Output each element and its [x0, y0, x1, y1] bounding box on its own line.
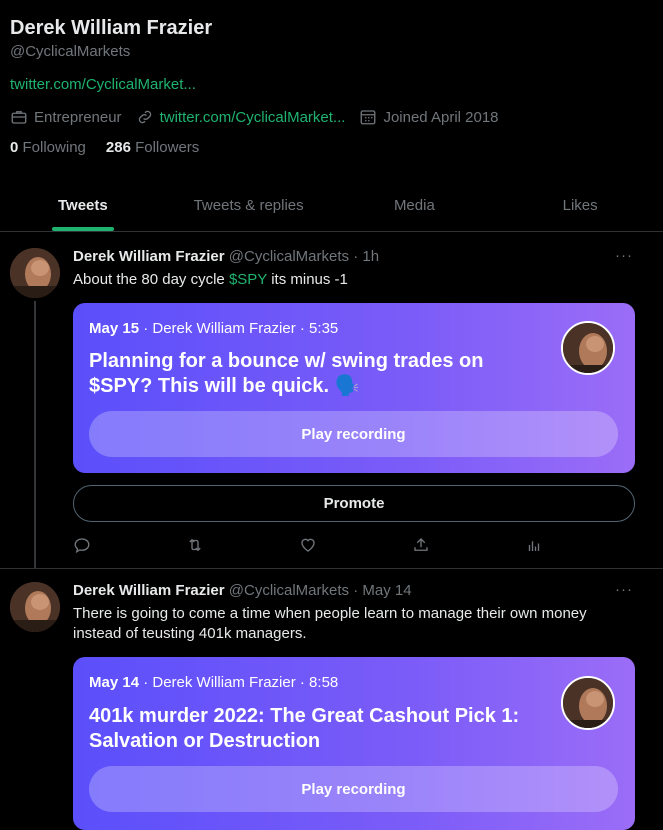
space-date: May 14	[89, 674, 140, 691]
profile-joined: Joined April 2018	[359, 108, 499, 126]
space-card[interactable]: May 14 · Derek William Frazier · 8:58 40…	[73, 657, 635, 830]
tweet-header: Derek William Frazier @CyclicalMarkets ·…	[73, 582, 412, 599]
bio-link[interactable]: twitter.com/CyclicalMarket...	[10, 76, 196, 93]
space-title: Planning for a bounce w/ swing trades on…	[89, 350, 484, 397]
tweet[interactable]: Derek William Frazier @CyclicalMarkets ·…	[0, 569, 663, 830]
tweet-time[interactable]: · 1h	[353, 248, 379, 265]
profile-meta: Entrepreneur twitter.com/CyclicalMarket.…	[10, 108, 513, 126]
more-icon[interactable]: ···	[615, 581, 633, 598]
tab-tweets[interactable]: Tweets	[0, 180, 166, 231]
profile-tabs: Tweets Tweets & replies Media Likes	[0, 180, 663, 232]
tweet-time[interactable]: · May 14	[353, 582, 411, 599]
thread-line	[34, 301, 36, 568]
tweet-author[interactable]: Derek William Frazier	[73, 248, 225, 265]
space-card[interactable]: May 15 · Derek William Frazier · 5:35 Pl…	[73, 303, 635, 473]
profile-name: Derek William Frazier	[10, 17, 213, 39]
tweet-handle[interactable]: @CyclicalMarkets	[229, 248, 349, 265]
space-host: · Derek William Frazier · 8:58	[143, 674, 339, 691]
briefcase-icon	[11, 111, 27, 124]
space-meta: May 15 · Derek William Frazier · 5:35	[89, 320, 338, 337]
joined-label: Joined April 2018	[383, 108, 499, 126]
tab-likes[interactable]: Likes	[497, 180, 663, 231]
category-label: Entrepreneur	[34, 108, 122, 126]
tweet-text-before: About the 80 day cycle	[73, 271, 229, 288]
calendar-icon	[361, 110, 376, 125]
followers-count: 286	[105, 139, 131, 156]
following-label: Following	[22, 139, 86, 156]
retweet-icon[interactable]	[186, 536, 204, 554]
more-icon[interactable]: ···	[615, 247, 633, 264]
reply-icon[interactable]	[73, 536, 91, 554]
space-title: 401k murder 2022: The Great Cashout Pick…	[89, 705, 520, 752]
analytics-icon[interactable]	[525, 536, 543, 554]
tweet-author[interactable]: Derek William Frazier	[73, 582, 225, 599]
followers-label: Followers	[135, 139, 200, 156]
tweet-text: There is going to come a time when peopl…	[73, 605, 587, 642]
tab-media[interactable]: Media	[332, 180, 498, 231]
follow-stats: 0 Following 286 Followers	[10, 139, 199, 156]
space-date: May 15	[89, 320, 140, 337]
tweet-text: About the 80 day cycle $SPY its minus -1	[73, 270, 633, 290]
space-host-avatar	[561, 321, 615, 375]
link-icon	[138, 110, 151, 124]
space-host-avatar	[561, 676, 615, 730]
play-recording-button[interactable]: Play recording	[89, 411, 618, 457]
tweet-actions	[73, 535, 543, 555]
space-host: · Derek William Frazier · 5:35	[143, 320, 339, 337]
tweet[interactable]: Derek William Frazier @CyclicalMarkets ·…	[0, 233, 663, 568]
tweet-handle[interactable]: @CyclicalMarkets	[229, 582, 349, 599]
profile-handle: @CyclicalMarkets	[10, 43, 131, 60]
promote-button[interactable]: Promote	[73, 485, 635, 522]
avatar[interactable]	[10, 248, 60, 298]
following-count: 0	[10, 139, 19, 156]
profile-category: Entrepreneur	[10, 108, 122, 126]
heart-icon[interactable]	[299, 536, 317, 554]
profile-website[interactable]: twitter.com/CyclicalMarket...	[136, 108, 346, 126]
tab-tweets-replies[interactable]: Tweets & replies	[166, 180, 332, 231]
followers-stat[interactable]: 286 Followers	[106, 139, 199, 156]
website-link[interactable]: twitter.com/CyclicalMarket...	[160, 109, 346, 126]
tweet-text-after: its minus -1	[267, 271, 348, 288]
avatar[interactable]	[10, 582, 60, 632]
share-icon[interactable]	[412, 536, 430, 554]
following-stat[interactable]: 0 Following	[10, 139, 86, 156]
space-meta: May 14 · Derek William Frazier · 8:58	[89, 674, 338, 691]
cashtag-link[interactable]: $SPY	[229, 271, 267, 288]
play-recording-button[interactable]: Play recording	[89, 766, 618, 812]
tweet-header: Derek William Frazier @CyclicalMarkets ·…	[73, 248, 379, 265]
